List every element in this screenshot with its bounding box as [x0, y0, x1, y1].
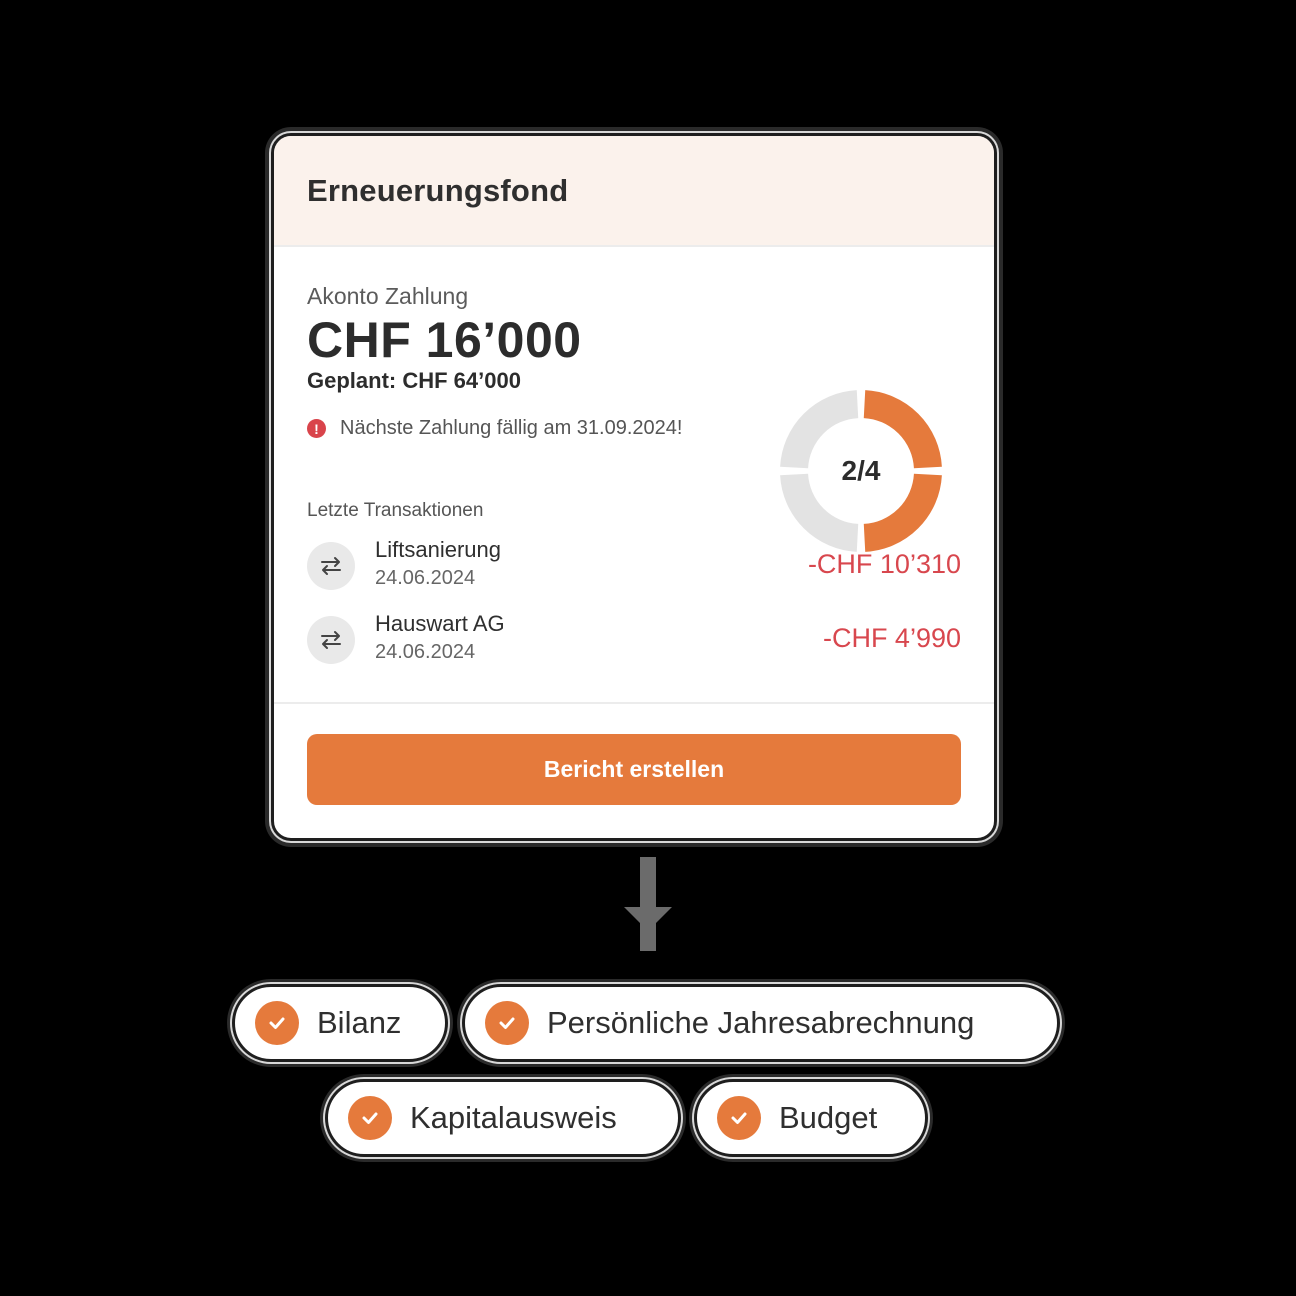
transaction-name: Hauswart AG	[375, 611, 505, 636]
create-report-button[interactable]: Bericht erstellen	[307, 734, 961, 805]
transaction-date: 24.06.2024	[375, 641, 476, 663]
transfer-arrows-icon	[307, 616, 355, 664]
card-header: Erneuerungsfond	[274, 136, 994, 247]
planned-amount: Geplant: CHF 64’000	[307, 368, 521, 393]
payment-subtitle: Akonto Zahlung	[307, 283, 469, 309]
due-alert: ! Nächste Zahlung fällig am 31.09.2024!	[307, 417, 682, 440]
transaction-row[interactable]: Hauswart AG 24.06.2024 -CHF 4’990	[307, 611, 961, 671]
card-body: Akonto Zahlung CHF 16’000 Geplant: CHF 6…	[274, 247, 994, 702]
transaction-date: 24.06.2024	[375, 567, 476, 589]
output-pill-budget: Budget	[694, 1079, 928, 1157]
output-label: Bilanz	[317, 1005, 402, 1040]
output-pill-jahresabrechnung: Persönliche Jahresabrechnung	[462, 984, 1060, 1062]
payment-amount: CHF 16’000	[307, 312, 582, 368]
output-label: Kapitalausweis	[410, 1100, 617, 1135]
transaction-amount: -CHF 10’310	[807, 549, 961, 579]
transactions-heading: Letzte Transaktionen	[307, 500, 484, 521]
transfer-arrows-icon	[307, 542, 355, 590]
progress-label: 2/4	[841, 455, 881, 486]
check-icon	[485, 1001, 529, 1045]
alert-text: Nächste Zahlung fällig am 31.09.2024!	[340, 417, 683, 439]
progress-donut: 2/4	[779, 389, 943, 553]
check-icon	[717, 1096, 761, 1140]
check-icon	[255, 1001, 299, 1045]
renewal-fund-card: Erneuerungsfond Akonto Zahlung CHF 16’00…	[271, 133, 997, 841]
output-pill-kapitalausweis: Kapitalausweis	[325, 1079, 681, 1157]
alert-icon: !	[307, 419, 326, 438]
transaction-amount: -CHF 4’990	[822, 623, 961, 653]
card-footer: Bericht erstellen	[274, 702, 994, 838]
transaction-name: Liftsanierung	[375, 537, 501, 562]
down-arrow-icon	[624, 857, 672, 951]
output-label: Budget	[779, 1100, 878, 1135]
output-pill-bilanz: Bilanz	[232, 984, 448, 1062]
transaction-row[interactable]: Liftsanierung 24.06.2024 -CHF 10’310	[307, 537, 961, 597]
card-title: Erneuerungsfond	[307, 172, 569, 208]
output-label: Persönliche Jahresabrechnung	[547, 1005, 975, 1040]
check-icon	[348, 1096, 392, 1140]
